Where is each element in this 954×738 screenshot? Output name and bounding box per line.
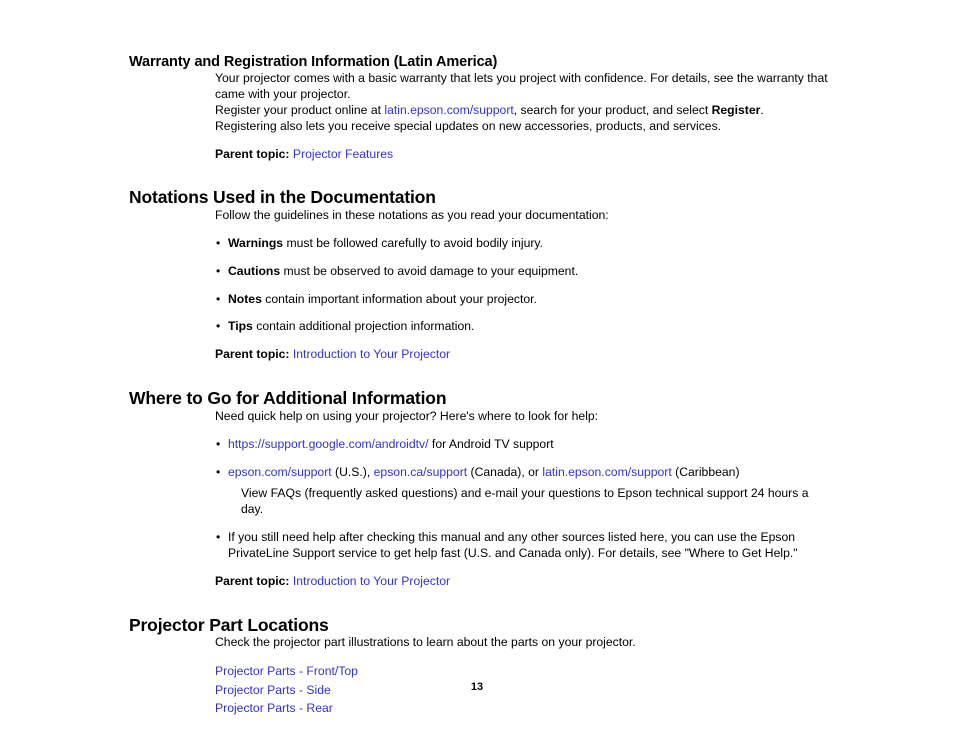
list-item: • https://support.google.com/androidtv/ f… — [215, 437, 829, 453]
bullet-marker-icon: • — [216, 464, 221, 479]
list-item: • Notes contain important information abo… — [215, 292, 829, 308]
bullet-text: If you still need help after checking th… — [228, 530, 798, 560]
faq-subparagraph: View FAQs (frequently asked questions) a… — [241, 486, 809, 517]
bullet-term: Cautions — [228, 263, 281, 278]
register-mid-text: , search for your product, and select — [513, 102, 712, 117]
link-introduction-to-your-projector[interactable]: Introduction to Your Projector — [293, 574, 450, 588]
bullet-term: Warnings — [228, 235, 284, 250]
section-where-to-go: Where to Go for Additional Information N… — [129, 388, 829, 590]
list-item: Projector Parts - Rear — [215, 699, 829, 717]
parent-topic-warranty: Parent topic: Projector Features — [215, 147, 829, 163]
bullet-marker-icon: • — [216, 235, 221, 250]
heading-notations-used: Notations Used in the Documentation — [129, 187, 436, 208]
section-notations-used: Notations Used in the Documentation Foll… — [129, 187, 829, 363]
bullet-marker-icon: • — [216, 263, 221, 278]
bullet-text: contain important information about your… — [261, 291, 537, 306]
bullet-term: Tips — [228, 319, 253, 334]
section-warranty-registration: Warranty and Registration Information (L… — [129, 54, 829, 162]
bullet-text: contain additional projection informatio… — [252, 319, 475, 334]
parent-topic-label: Parent topic: — [215, 146, 290, 161]
bullet-text: must be observed to avoid damage to your… — [280, 263, 579, 278]
notations-bullet-list: • Warnings must be followed carefully to … — [215, 236, 829, 335]
parent-topic-where-to-go: Parent topic: Introduction to Your Proje… — [215, 574, 829, 590]
where-to-go-body: Need quick help on using your projector?… — [215, 409, 829, 590]
parent-topic-label: Parent topic: — [215, 347, 290, 362]
parent-topic-notations: Parent topic: Introduction to Your Proje… — [215, 347, 829, 363]
warranty-body: Your projector comes with a basic warran… — [215, 71, 829, 162]
heading-projector-part-locations: Projector Part Locations — [129, 614, 329, 635]
list-item: • If you still need help after checking t… — [215, 530, 829, 562]
document-page: Warranty and Registration Information (L… — [0, 0, 954, 738]
page-content: Warranty and Registration Information (L… — [129, 54, 829, 717]
bullet-text-caribbean: (Caribbean) — [671, 464, 740, 479]
bullet-term: Notes — [228, 291, 262, 306]
list-item: • Cautions must be observed to avoid dama… — [215, 264, 829, 280]
section-projector-part-locations: Projector Part Locations Check the proje… — [129, 615, 829, 717]
link-projector-parts-front-top[interactable]: Projector Parts - Front/Top — [215, 664, 358, 678]
page-number: 13 — [470, 681, 484, 693]
notations-intro: Follow the guidelines in these notations… — [215, 208, 609, 223]
warranty-paragraph-2: Register your product online at latin.ep… — [215, 103, 829, 119]
list-item: Projector Parts - Front/Top — [215, 662, 829, 680]
bullet-text: for Android TV support — [428, 436, 554, 451]
list-item: • epson.com/support (U.S.), epson.ca/supp… — [215, 465, 829, 519]
link-latin-epson-com-support[interactable]: latin.epson.com/support — [542, 465, 671, 479]
where-to-go-bullet-list: • https://support.google.com/androidtv/ f… — [215, 437, 829, 562]
link-projector-features[interactable]: Projector Features — [293, 147, 393, 161]
link-introduction-to-your-projector[interactable]: Introduction to Your Projector — [293, 347, 450, 361]
warranty-paragraph-1: Your projector comes with a basic warran… — [215, 71, 828, 101]
bullet-text-canada: (Canada), or — [467, 464, 543, 479]
bullet-marker-icon: • — [216, 291, 221, 306]
bullet-marker-icon: • — [216, 436, 221, 451]
register-post-text: . — [760, 102, 764, 117]
link-latin-epson-support[interactable]: latin.epson.com/support — [384, 103, 513, 117]
warranty-paragraph-3: Registering also lets you receive specia… — [215, 118, 722, 133]
list-item: • Warnings must be followed carefully to … — [215, 236, 829, 252]
link-projector-parts-rear[interactable]: Projector Parts - Rear — [215, 701, 333, 715]
register-bold-word: Register — [711, 102, 761, 117]
heading-where-to-go: Where to Go for Additional Information — [129, 388, 447, 409]
bullet-marker-icon: • — [216, 319, 221, 334]
where-to-go-intro: Need quick help on using your projector?… — [215, 408, 599, 423]
list-item: • Tips contain additional projection info… — [215, 319, 829, 335]
heading-warranty-registration: Warranty and Registration Information (L… — [129, 54, 498, 70]
link-epson-com-support[interactable]: epson.com/support — [228, 465, 332, 479]
bullet-text-us: (U.S.), — [331, 464, 374, 479]
link-google-androidtv-support[interactable]: https://support.google.com/androidtv/ — [228, 437, 429, 451]
bullet-marker-icon: • — [216, 530, 221, 545]
bullet-text: must be followed carefully to avoid bodi… — [283, 235, 543, 250]
register-pre-text: Register your product online at — [215, 102, 385, 117]
link-epson-ca-support[interactable]: epson.ca/support — [374, 465, 468, 479]
projector-parts-intro: Check the projector part illustrations t… — [215, 635, 636, 650]
projector-parts-body: Check the projector part illustrations t… — [215, 635, 829, 717]
notations-body: Follow the guidelines in these notations… — [215, 208, 829, 363]
parent-topic-label: Parent topic: — [215, 573, 290, 588]
